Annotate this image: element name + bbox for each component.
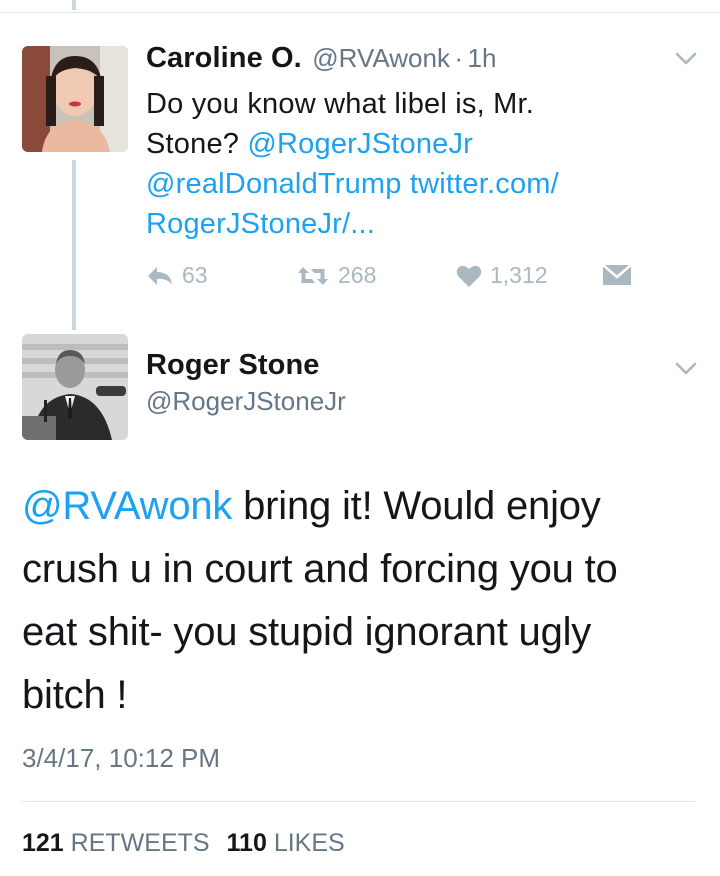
chevron-down-icon[interactable] (675, 362, 697, 381)
reply-text-line: RogerJStoneJr/... (146, 204, 666, 244)
stats-divider (22, 801, 696, 802)
direct-message-button[interactable] (602, 264, 632, 286)
reply-tweet-header: Caroline O. @RVAwonk · 1h (146, 42, 496, 75)
retweets-label: RETWEETS (70, 829, 210, 857)
author-handle[interactable]: @RVAwonk (312, 43, 450, 73)
like-count: 1,312 (490, 262, 548, 288)
like-icon (456, 264, 482, 288)
mention-link[interactable]: @realDonaldTrump (146, 168, 402, 200)
tweet-time[interactable]: 1h (468, 43, 497, 73)
reply-tweet-text: Do you know what libel is, Mr. Stone? @R… (146, 84, 666, 244)
reply-button[interactable]: 63 (146, 262, 208, 289)
retweets-stat[interactable]: 121 RETWEETS (22, 829, 210, 857)
author-handle[interactable]: @RogerJStoneJr (146, 386, 346, 417)
top-divider (0, 12, 720, 13)
engagement-stats: 121 RETWEETS 110 LIKES (22, 829, 345, 858)
likes-stat[interactable]: 110 LIKES (227, 829, 345, 857)
main-tweet-header: Roger Stone @RogerJStoneJr (146, 349, 346, 417)
avatar-roger[interactable] (22, 334, 128, 440)
like-total: 110 (226, 829, 267, 857)
url-link[interactable]: RogerJStoneJr/... (146, 208, 375, 240)
main-tweet-text: @RVAwonk bring it! Would enjoy crush u i… (22, 475, 712, 727)
author-name[interactable]: Roger Stone (146, 349, 346, 382)
reply-icon (146, 265, 174, 287)
reply-text-line: @realDonaldTrump twitter.com/ (146, 164, 666, 204)
main-text-line: @RVAwonk bring it! Would enjoy (22, 475, 712, 538)
chevron-down-icon[interactable] (675, 52, 697, 71)
reply-text-line: Do you know what libel is, Mr. (146, 88, 534, 120)
reply-text-fragment: Stone? (146, 128, 248, 160)
mention-link[interactable]: @RogerJStoneJr (247, 128, 473, 160)
main-text-fragment: bring it! Would enjoy (232, 484, 601, 528)
retweet-button[interactable]: 268 (296, 262, 376, 289)
likes-label: LIKES (273, 829, 345, 857)
thread-line-top (72, 0, 76, 10)
retweet-count: 268 (338, 262, 377, 288)
retweet-total: 121 (22, 829, 64, 857)
url-link[interactable]: twitter.com/ (410, 168, 559, 200)
reply-count: 63 (182, 262, 208, 288)
like-button[interactable]: 1,312 (456, 262, 548, 289)
main-text-line: crush u in court and forcing you to (22, 547, 618, 591)
thread-connector-line (72, 160, 76, 330)
reply-text-line: Stone? @RogerJStoneJr (146, 124, 666, 164)
main-text-line: eat shit- you stupid ignorant ugly (22, 610, 592, 654)
author-name[interactable]: Caroline O. (146, 42, 302, 74)
tweet-timestamp[interactable]: 3/4/17, 10:12 PM (22, 743, 220, 774)
mention-link[interactable]: @RVAwonk (22, 484, 232, 528)
retweet-icon (296, 265, 330, 287)
avatar-caroline[interactable] (22, 46, 128, 152)
direct-message-icon (602, 264, 632, 286)
main-text-line: bitch ! (22, 673, 128, 717)
meta-separator: · (454, 43, 464, 73)
